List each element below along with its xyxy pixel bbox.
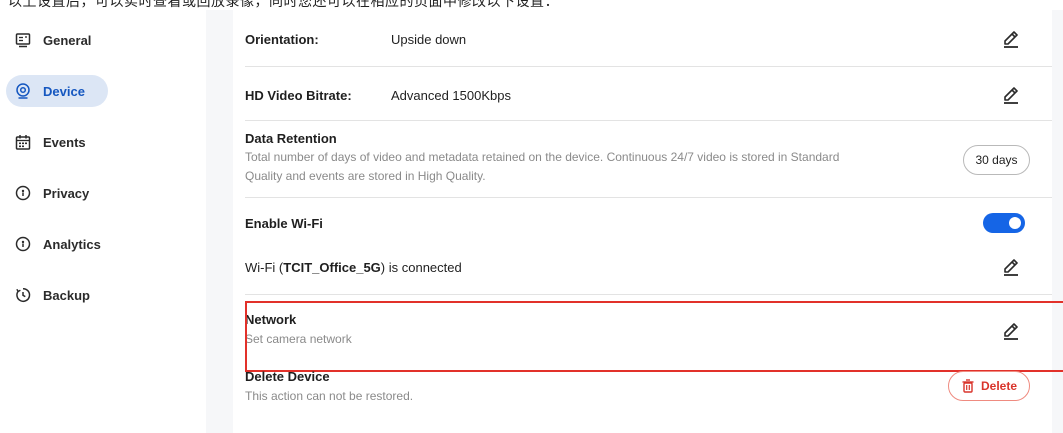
shield-icon (14, 184, 32, 202)
bitrate-row: HD Video Bitrate: Advanced 1500Kbps (245, 86, 1052, 106)
edit-orientation-button[interactable] (1000, 28, 1022, 50)
main-content: Orientation: Upside down HD Video Bitrat… (206, 10, 1063, 433)
edit-bitrate-button[interactable] (1000, 84, 1022, 106)
enable-wifi-label: Enable Wi-Fi (245, 216, 323, 231)
edit-icon (1004, 87, 1018, 104)
toggle-knob (1009, 217, 1021, 229)
delete-device-title: Delete Device (245, 369, 330, 384)
orientation-value: Upside down (391, 32, 467, 47)
edit-icon (1004, 259, 1018, 276)
sidebar-item-label: Analytics (43, 236, 101, 252)
orientation-row: Orientation: Upside down (245, 30, 1052, 50)
wifi-toggle[interactable] (983, 213, 1025, 233)
divider (245, 66, 1052, 67)
data-retention-row: Data Retention Total number of days of v… (245, 130, 1052, 190)
sidebar-item-analytics[interactable]: Analytics (6, 228, 108, 260)
sidebar: General Device Events Privacy Analytics … (0, 10, 206, 433)
sidebar-item-label: Events (43, 134, 86, 150)
edit-icon (1004, 31, 1018, 48)
calendar-icon (14, 133, 32, 151)
device-settings-panel: Orientation: Upside down HD Video Bitrat… (233, 10, 1063, 433)
retention-days-button[interactable]: 30 days (963, 145, 1030, 175)
data-retention-title: Data Retention (245, 131, 337, 146)
wifi-ssid: TCIT_Office_5G (283, 260, 381, 275)
sidebar-item-backup[interactable]: Backup (6, 279, 108, 311)
divider (245, 197, 1052, 198)
sidebar-item-general[interactable]: General (6, 24, 108, 56)
wifi-status-text: Wi-Fi (TCIT_Office_5G) is connected (245, 260, 462, 275)
device-icon (14, 82, 32, 100)
trash-icon (962, 379, 974, 393)
history-icon (14, 286, 32, 304)
sidebar-item-label: Backup (43, 287, 90, 303)
divider (245, 294, 1052, 295)
bitrate-value: Advanced 1500Kbps (391, 88, 511, 103)
sidebar-item-label: Privacy (43, 185, 90, 201)
bitrate-label: HD Video Bitrate: (245, 88, 352, 103)
shield-icon (14, 235, 32, 253)
orientation-label: Orientation: (245, 32, 319, 47)
sidebar-item-label: Device (43, 83, 85, 99)
sidebar-item-events[interactable]: Events (6, 126, 108, 158)
sidebar-item-privacy[interactable]: Privacy (6, 177, 108, 209)
sidebar-item-label: General (43, 32, 92, 48)
data-retention-description: Total number of days of video and metada… (245, 150, 840, 183)
delete-device-button[interactable]: Delete (948, 371, 1030, 401)
top-instruction-text-clipped: 以上设置后，可以实时查看或回放录像，同时您还可以在相应的页面中修改以下设置： (8, 0, 559, 9)
general-icon (14, 31, 32, 49)
network-highlight-box (245, 301, 1063, 372)
edit-wifi-button[interactable] (1000, 256, 1022, 278)
delete-device-description: This action can not be restored. (245, 389, 414, 403)
sidebar-item-device[interactable]: Device (6, 75, 108, 107)
divider (245, 120, 1052, 121)
delete-button-label: Delete (980, 379, 1018, 393)
